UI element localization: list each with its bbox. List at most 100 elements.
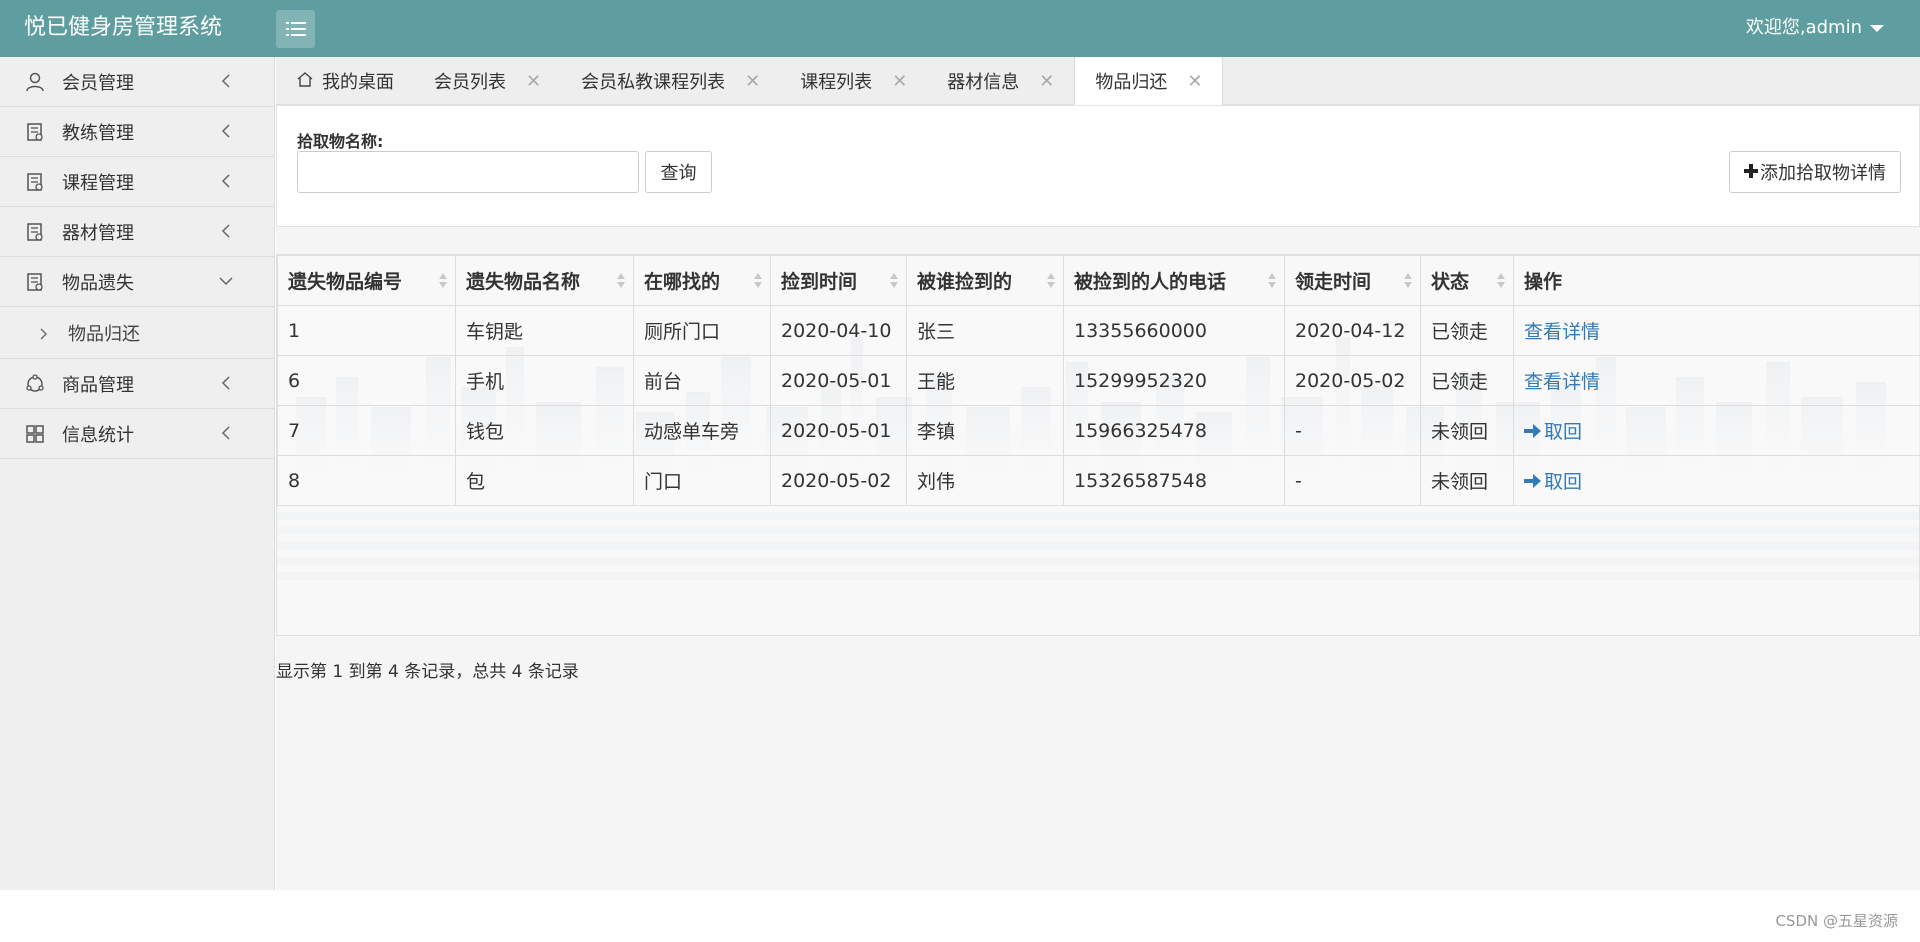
add-found-item-button[interactable]: 添加拾取物详情 (1729, 151, 1901, 193)
chevron-right-icon (40, 328, 50, 339)
cell-where: 门口 (633, 455, 771, 506)
retrieve-link[interactable]: 取回 (1524, 417, 1582, 444)
sidebar-item-lost-items[interactable]: 物品遗失 (0, 257, 274, 307)
menu-toggle-button[interactable] (276, 10, 315, 48)
sidebar-item-goods[interactable]: 商品管理 (0, 359, 274, 409)
retrieve-link[interactable]: 取回 (1524, 467, 1582, 494)
welcome-text: 欢迎您,admin (1745, 17, 1862, 38)
cell-finder: 李镇 (906, 405, 1064, 456)
tab-bar: 我的桌面 会员列表 ✕ 会员私教课程列表 ✕ 课程列表 ✕ 器材信息 ✕ 物品归… (276, 57, 1920, 105)
tab-member-list[interactable]: 会员列表 ✕ (414, 57, 561, 105)
column-header[interactable]: 被捡到的人的电话 (1063, 255, 1285, 306)
sidebar-item-equipment[interactable]: 器材管理 (0, 207, 274, 257)
arrow-right-icon (1524, 423, 1541, 438)
tab-equipment-info[interactable]: 器材信息 ✕ (927, 57, 1074, 105)
cell-phone: 13355660000 (1063, 305, 1285, 356)
close-icon[interactable]: ✕ (745, 71, 760, 92)
sidebar-item-label: 课程管理 (62, 172, 134, 194)
column-header[interactable]: 领走时间 (1284, 255, 1421, 306)
pagination-info: 显示第 1 到第 4 条记录，总共 4 条记录 (276, 662, 579, 682)
column-header[interactable]: 捡到时间 (770, 255, 907, 306)
close-icon[interactable]: ✕ (1187, 71, 1202, 92)
cell-action: 取回 (1513, 405, 1920, 456)
footer: CSDN @五星资源 (0, 890, 1920, 942)
sidebar-item-course[interactable]: 课程管理 (0, 157, 274, 207)
table-row: 7 钱包 动感单车旁 2020-05-01 李镇 15966325478 - 未… (277, 405, 1920, 456)
sort-icon (754, 273, 762, 289)
cell-taken-time: - (1284, 455, 1421, 506)
cell-taken-time: - (1284, 405, 1421, 456)
arrow-right-icon (1524, 473, 1541, 488)
table-row: 8 包 门口 2020-05-02 刘伟 15326587548 - 未领回 取… (277, 455, 1920, 506)
sidebar-item-label: 物品遗失 (62, 272, 134, 294)
tab-member-private-course-list[interactable]: 会员私教课程列表 ✕ (561, 57, 780, 105)
cell-where: 动感单车旁 (633, 405, 771, 456)
user-menu[interactable]: 欢迎您,admin (1746, 16, 1884, 40)
tab-label: 物品归还 (1095, 72, 1168, 93)
sidebar-item-label: 器材管理 (62, 222, 134, 244)
chevron-left-icon (218, 123, 234, 139)
document-icon (24, 221, 46, 243)
column-header[interactable]: 遗失物品编号 (277, 255, 456, 306)
found-item-name-input[interactable] (297, 151, 639, 193)
column-header[interactable]: 状态 (1420, 255, 1514, 306)
table-row: 1 车钥匙 厕所门口 2020-04-10 张三 13355660000 202… (277, 305, 1920, 356)
cell-phone: 15966325478 (1063, 405, 1285, 456)
close-icon[interactable]: ✕ (1039, 71, 1054, 92)
cell-status: 未领回 (1420, 455, 1514, 506)
tab-desktop[interactable]: 我的桌面 (276, 57, 414, 105)
cell-status: 已领走 (1420, 355, 1514, 406)
cell-action: 查看详情 (1513, 305, 1920, 356)
sort-icon (1404, 273, 1412, 289)
tab-course-list[interactable]: 课程列表 ✕ (780, 57, 927, 105)
sidebar-item-coach[interactable]: 教练管理 (0, 107, 274, 157)
user-icon (24, 71, 46, 93)
sidebar-item-label: 信息统计 (62, 424, 134, 446)
main-content: 我的桌面 会员列表 ✕ 会员私教课程列表 ✕ 课程列表 ✕ 器材信息 ✕ 物品归… (276, 57, 1920, 890)
cell-id: 8 (277, 455, 456, 506)
tab-label: 会员列表 (434, 72, 506, 93)
sidebar-subitem-item-return[interactable]: 物品归还 (0, 307, 274, 359)
view-detail-link[interactable]: 查看详情 (1524, 321, 1600, 343)
hamburger-icon (285, 22, 306, 36)
cell-status: 未领回 (1420, 405, 1514, 456)
cell-where: 厕所门口 (633, 305, 771, 356)
sort-icon (1497, 273, 1505, 289)
tab-item-return[interactable]: 物品归还 ✕ (1074, 57, 1224, 105)
column-header[interactable]: 被谁捡到的 (906, 255, 1064, 306)
cell-found-time: 2020-05-01 (770, 355, 907, 406)
chevron-left-icon (218, 375, 234, 391)
cell-taken-time: 2020-05-02 (1284, 355, 1421, 406)
cell-phone: 15326587548 (1063, 455, 1285, 506)
document-icon (24, 171, 46, 193)
cell-id: 7 (277, 405, 456, 456)
close-icon[interactable]: ✕ (892, 71, 907, 92)
top-header: 悦已健身房管理系统 欢迎您,admin (0, 0, 1920, 57)
document-icon (24, 271, 46, 293)
view-detail-link[interactable]: 查看详情 (1524, 371, 1600, 393)
table-row: 6 手机 前台 2020-05-01 王能 15299952320 2020-0… (277, 355, 1920, 406)
cell-phone: 15299952320 (1063, 355, 1285, 406)
table-header-row: 遗失物品编号 遗失物品名称 在哪找的 捡到时间 被谁捡到的 被捡到的人的电话 领… (277, 255, 1920, 306)
cell-finder: 刘伟 (906, 455, 1064, 506)
chevron-left-icon (218, 223, 234, 239)
column-header[interactable]: 遗失物品名称 (455, 255, 634, 306)
grid-icon (24, 423, 46, 445)
chevron-left-icon (218, 425, 234, 441)
column-header[interactable]: 在哪找的 (633, 255, 771, 306)
sidebar-item-label: 商品管理 (62, 374, 134, 396)
sidebar-item-statistics[interactable]: 信息统计 (0, 409, 274, 459)
tab-label: 我的桌面 (322, 72, 394, 93)
search-panel: 拾取物名称: 查询 添加拾取物详情 (276, 105, 1920, 227)
cell-found-time: 2020-05-01 (770, 405, 907, 456)
cell-status: 已领走 (1420, 305, 1514, 356)
query-button[interactable]: 查询 (645, 151, 712, 193)
cell-found-time: 2020-04-10 (770, 305, 907, 356)
sort-icon (439, 273, 447, 289)
cell-action: 取回 (1513, 455, 1920, 506)
sidebar-item-member[interactable]: 会员管理 (0, 57, 274, 107)
sidebar: 会员管理 教练管理 课程管理 器材管理 物品遗失 物品归还 商品管理 信息统计 (0, 57, 275, 890)
cell-finder: 王能 (906, 355, 1064, 406)
cell-name: 钱包 (455, 405, 634, 456)
close-icon[interactable]: ✕ (526, 71, 541, 92)
